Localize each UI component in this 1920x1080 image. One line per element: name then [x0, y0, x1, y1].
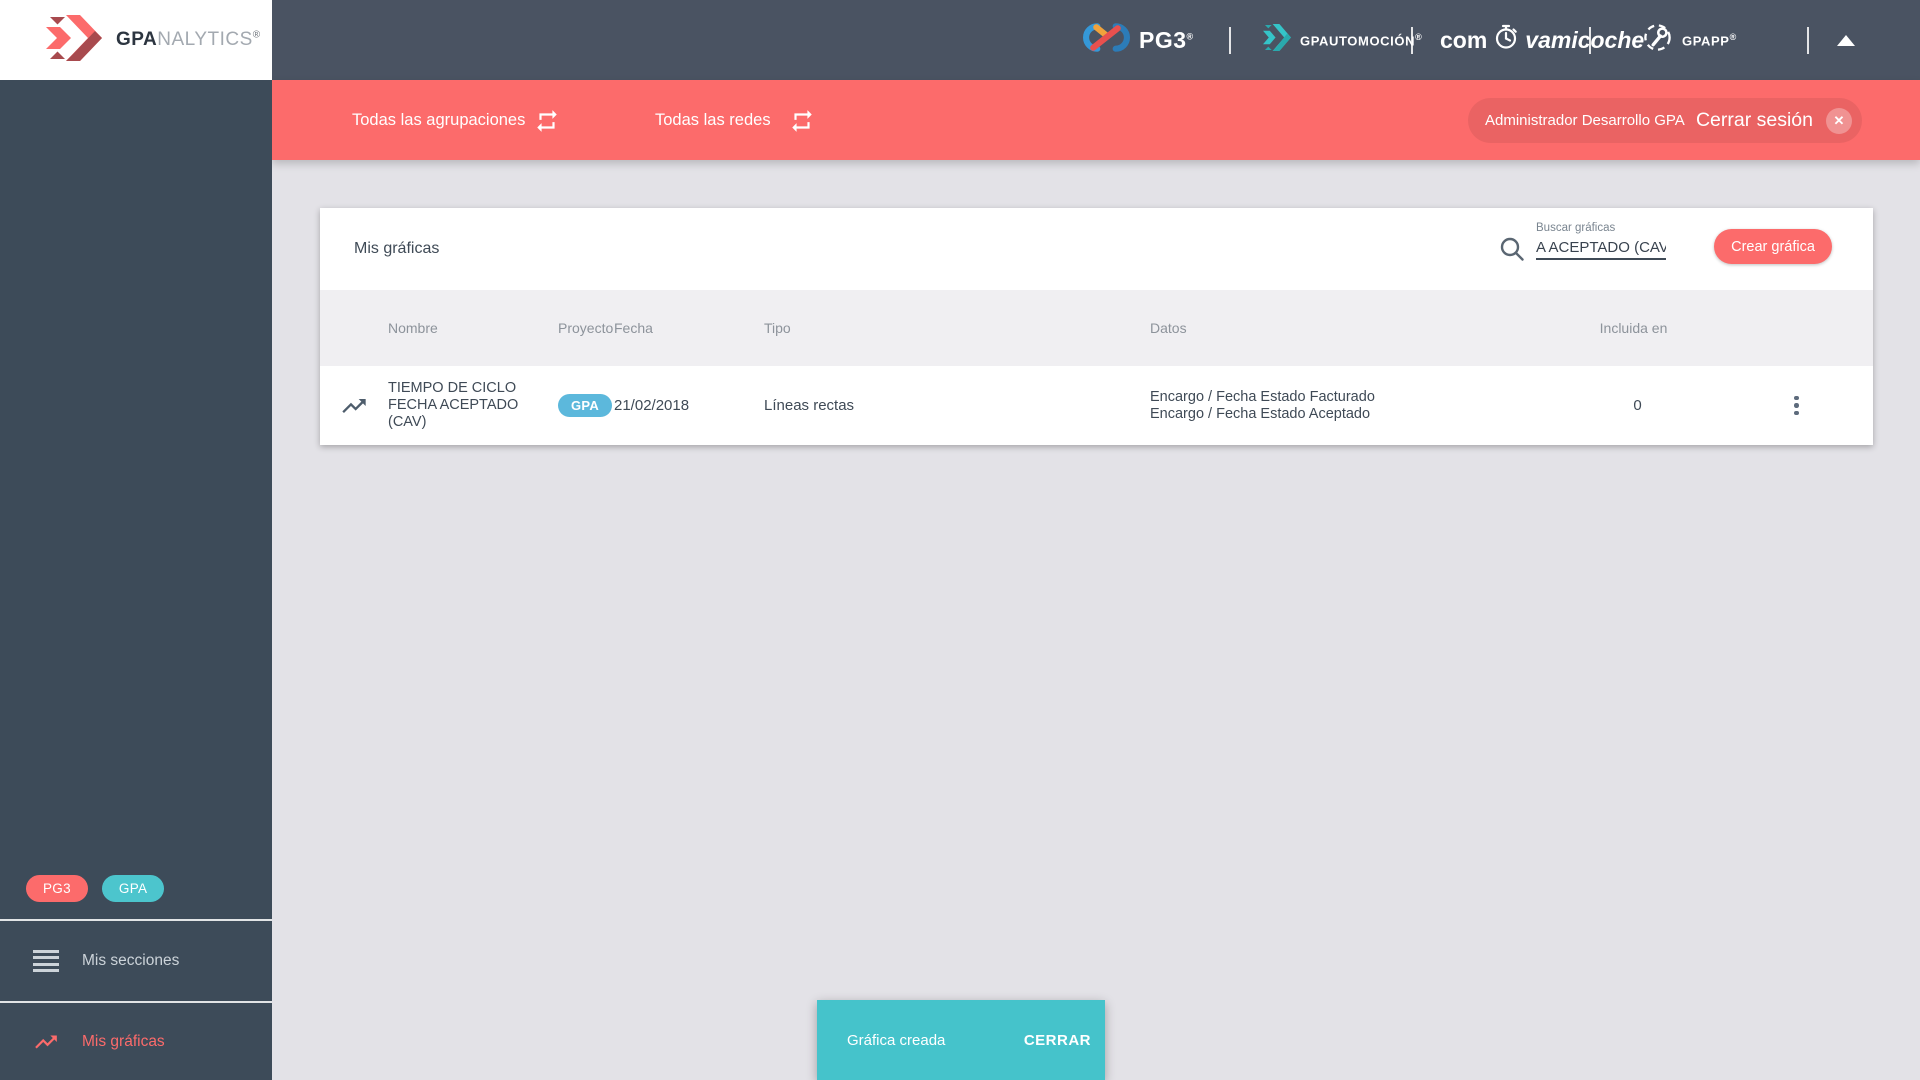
user-session-pill: Administrador Desarrollo GPA Cerrar sesi… [1468, 98, 1862, 143]
snackbar-toast: Gráfica creada CERRAR [817, 1000, 1105, 1080]
column-header-incluida-en: Incluida en [1599, 320, 1668, 336]
filter-bar: Todas las agrupaciones Todas las redes A… [272, 80, 1920, 160]
pg3-badge[interactable]: PG3 [26, 875, 88, 902]
search-input-label: Buscar gráficas [1536, 222, 1616, 234]
page-title: Mis gráficas [354, 240, 440, 257]
top-header-bar: PG3® GPAUTOMOCIÓN® com vamicoche GPAPP® [272, 0, 1920, 80]
gpapp-wrench-icon [1642, 22, 1673, 58]
repeat-networks-icon[interactable] [789, 108, 815, 139]
gpautomocion-arrow-icon [1262, 24, 1291, 56]
cell-nombre: TIEMPO DE CICLO FECHA ACEPTADO (CAV) [388, 380, 519, 430]
gpa-badge[interactable]: GPA [101, 875, 165, 902]
kebab-menu-icon [1794, 395, 1799, 416]
card-header: Mis gráficas Buscar gráficas A ACEPTADO … [320, 208, 1873, 290]
project-badge: GPA [558, 394, 613, 417]
column-header-nombre: Nombre [388, 320, 438, 336]
repeat-groupings-icon[interactable] [534, 108, 560, 139]
sidebar-item-mis-graficas[interactable]: Mis gráficas [0, 1001, 272, 1080]
gpa-arrow-icon [44, 14, 102, 66]
header-separator [1411, 27, 1413, 54]
row-menu-button[interactable] [1720, 395, 1873, 416]
cell-datos: Encargo / Fecha Estado Facturado Encargo… [1150, 389, 1555, 423]
sidebar-item-label: Mis secciones [82, 952, 180, 969]
trending-chart-icon [320, 392, 388, 420]
header-separator [1229, 27, 1231, 54]
stopwatch-icon [1493, 24, 1519, 56]
table-row[interactable]: TIEMPO DE CICLO FECHA ACEPTADO (CAV) GPA… [320, 366, 1873, 445]
gpautomocion-logo-text: GPAUTOMOCIÓN® [1300, 31, 1423, 49]
comprovamicoche-prefix: com [1440, 26, 1488, 53]
sidebar: GPANALYTICS® PG3 GPA Mis secciones Mis g… [0, 0, 272, 1080]
user-name: Administrador Desarrollo GPA [1485, 112, 1685, 129]
search-icon[interactable] [1498, 235, 1526, 268]
sections-list-icon [33, 949, 59, 973]
header-separator [1589, 27, 1591, 54]
collapse-caret-icon[interactable] [1837, 35, 1855, 46]
comprovamicoche-suffix: vamicoche [1525, 26, 1645, 53]
table-header-row: Nombre Proyecto Fecha Tipo Datos Incluid… [320, 290, 1873, 366]
gpapp-logo-text: GPAPP® [1682, 31, 1737, 49]
close-session-icon[interactable]: ✕ [1826, 107, 1852, 134]
networks-filter[interactable]: Todas las redes [655, 80, 771, 160]
mis-graficas-card: Mis gráficas Buscar gráficas A ACEPTADO … [320, 208, 1873, 445]
gpanalytics-logo: GPANALYTICS® [0, 0, 272, 80]
sidebar-item-mis-secciones[interactable]: Mis secciones [0, 919, 272, 1001]
logout-button[interactable]: Cerrar sesión [1696, 109, 1813, 132]
column-header-fecha: Fecha [614, 320, 653, 336]
sidebar-badges: PG3 GPA [26, 875, 165, 902]
column-header-proyecto: Proyecto [558, 320, 614, 336]
datos-line-1: Encargo / Fecha Estado Facturado [1150, 388, 1375, 405]
pg3-logo-text: PG3® [1139, 26, 1194, 53]
column-header-tipo: Tipo [764, 320, 791, 336]
cell-fecha: 21/02/2018 [614, 397, 690, 414]
comprovamicoche-logo: com vamicoche [1440, 0, 1644, 80]
column-header-datos: Datos [1150, 320, 1187, 336]
groupings-filter[interactable]: Todas las agrupaciones [352, 80, 525, 160]
gpautomocion-logo: GPAUTOMOCIÓN® [1262, 0, 1422, 80]
cell-tipo: Líneas rectas [764, 397, 855, 414]
search-input[interactable]: Buscar gráficas A ACEPTADO (CAV) [1536, 222, 1666, 260]
pg3-logo: PG3® [1083, 0, 1194, 80]
pg3-infinity-icon [1083, 21, 1130, 59]
gpapp-logo: GPAPP® [1642, 0, 1737, 80]
create-chart-button[interactable]: Crear gráfica [1714, 229, 1832, 264]
datos-line-2: Encargo / Fecha Estado Aceptado [1150, 405, 1371, 422]
gpanalytics-logo-text: GPANALYTICS® [116, 29, 261, 50]
header-separator [1807, 27, 1809, 54]
cell-incluida-en: 0 [1633, 397, 1642, 414]
search-input-value: A ACEPTADO (CAV) [1536, 239, 1666, 256]
toast-close-button[interactable]: CERRAR [1024, 1032, 1105, 1049]
sidebar-item-label: Mis gráficas [82, 1032, 165, 1050]
toast-message: Gráfica creada [847, 1031, 946, 1049]
cell-proyecto: GPA [558, 394, 614, 417]
line-chart-icon [33, 1029, 59, 1055]
